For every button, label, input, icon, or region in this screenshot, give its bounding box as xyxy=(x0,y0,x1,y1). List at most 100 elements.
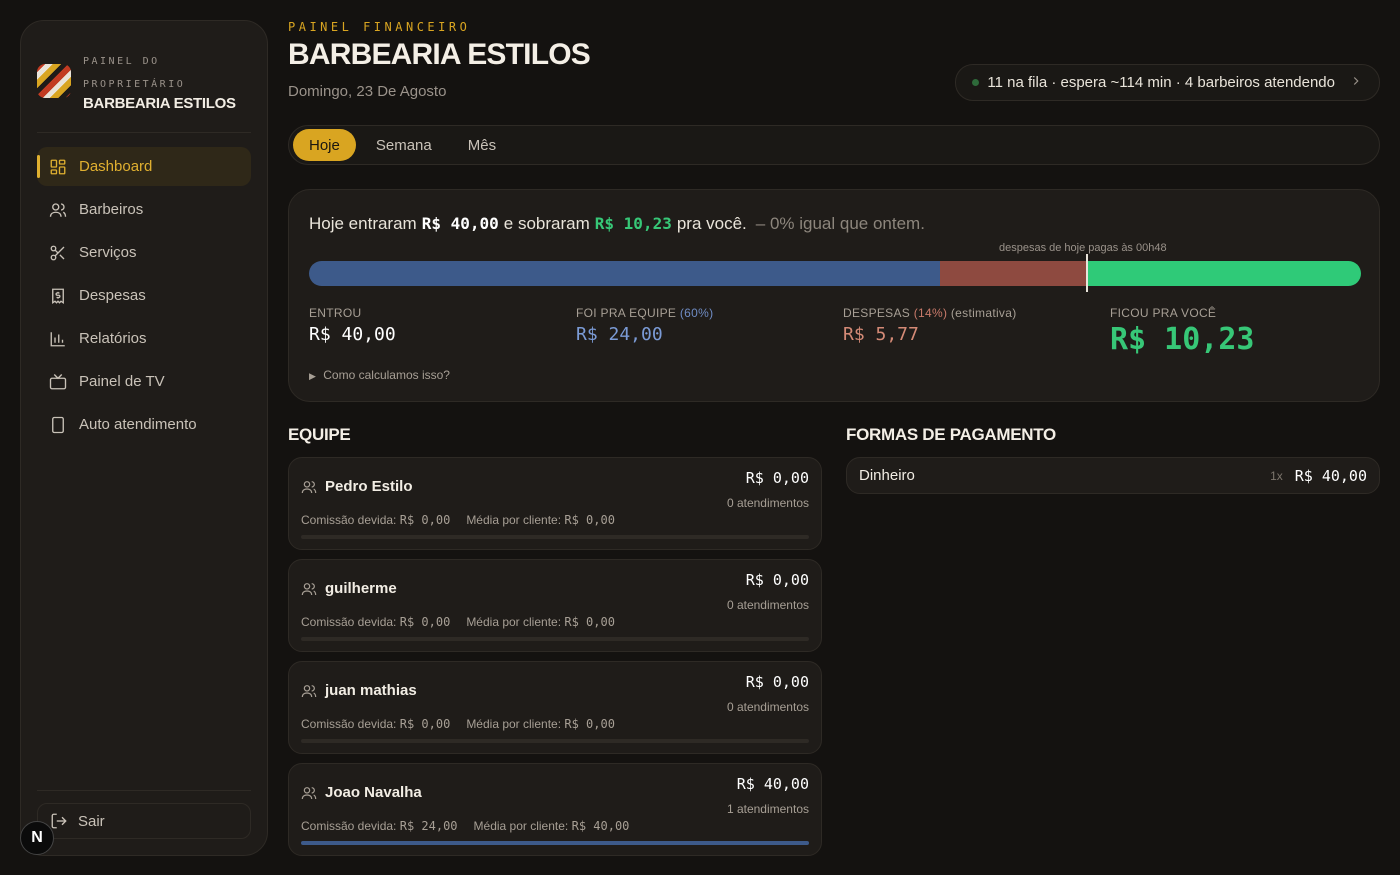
expenses-marker xyxy=(1086,254,1089,292)
page-date: Domingo, 23 De Agosto xyxy=(288,83,447,100)
user-icon xyxy=(301,785,317,801)
brand: PAINEL DO PROPRIETÁRIO BARBEARIA ESTILOS xyxy=(37,37,251,133)
stat-ficou: FICOU PRA VOCÊ R$ 10,23 xyxy=(1110,306,1255,357)
commission-label: Comissão devida: xyxy=(301,513,397,527)
commission-value: R$ 0,00 xyxy=(399,717,451,731)
average-label: Média por cliente: xyxy=(466,717,562,731)
stat-label: ENTROU xyxy=(309,306,362,320)
queue-status-text: 11 na fila · espera ~114 min · 4 barbeir… xyxy=(987,74,1335,91)
barber-average: Média por cliente: R$ 0,00 xyxy=(466,615,615,629)
barber-appointments: 0 atendimentos xyxy=(726,496,809,510)
logout-label: Sair xyxy=(78,812,105,830)
scissors-icon xyxy=(49,244,67,262)
barber-name: guilherme xyxy=(301,580,397,597)
barber-share-bar xyxy=(301,739,809,743)
tab-hoje[interactable]: Hoje xyxy=(293,129,356,161)
user-icon xyxy=(301,479,317,495)
period-tabs: Hoje Semana Mês xyxy=(288,125,1380,165)
barber-appointments: 1 atendimentos xyxy=(726,802,809,816)
stat-label-text: DESPESAS xyxy=(843,306,911,320)
barber-card[interactable]: juan mathias R$ 0,00 0 atendimentos Comi… xyxy=(288,661,822,754)
payment-method-name: Dinheiro xyxy=(859,467,915,484)
tab-semana[interactable]: Semana xyxy=(360,129,448,161)
average-label: Média por cliente: xyxy=(473,819,569,833)
barber-name-text: juan mathias xyxy=(325,682,417,699)
barber-share-bar xyxy=(301,637,809,641)
barber-total: R$ 0,00 xyxy=(745,469,809,487)
barber-name-text: Joao Navalha xyxy=(325,784,422,801)
average-label: Média por cliente: xyxy=(466,615,562,629)
stat-label-text: FOI PRA EQUIPE xyxy=(576,306,677,320)
barber-card[interactable]: guilherme R$ 0,00 0 atendimentos Comissã… xyxy=(288,559,822,652)
barber-card[interactable]: Joao Navalha R$ 40,00 1 atendimentos Com… xyxy=(288,763,822,856)
stat-label: DESPESAS (14%) (estimativa) xyxy=(843,306,1017,320)
average-value: R$ 0,00 xyxy=(564,615,615,629)
sidebar-item-label: Relatórios xyxy=(79,330,147,347)
headline-income: R$ 40,00 xyxy=(421,214,499,233)
barber-total: R$ 40,00 xyxy=(736,775,809,793)
payment-method-row[interactable]: Dinheiro 1x R$ 40,00 xyxy=(846,457,1380,494)
sidebar-item-label: Despesas xyxy=(79,287,146,304)
headline-profit: R$ 10,23 xyxy=(594,214,672,233)
commission-value: R$ 0,00 xyxy=(399,513,451,527)
sidebar-item-auto-atendimento[interactable]: Auto atendimento xyxy=(37,405,251,444)
barber-name: Pedro Estilo xyxy=(301,478,413,495)
barber-appointments: 0 atendimentos xyxy=(726,598,809,612)
page-eyebrow: PAINEL FINANCEIRO xyxy=(288,20,471,34)
stat-despesas: DESPESAS (14%) (estimativa) R$ 5,77 xyxy=(843,306,1017,345)
commission-value: R$ 0,00 xyxy=(399,615,451,629)
stat-entrou: ENTROU R$ 40,00 xyxy=(309,306,396,345)
sidebar-item-label: Barbeiros xyxy=(79,201,144,218)
stat-value: R$ 5,77 xyxy=(843,324,919,345)
team-share-segment xyxy=(309,261,941,286)
logout-button[interactable]: Sair xyxy=(37,803,251,839)
barber-share-fill xyxy=(301,841,809,845)
commission-label: Comissão devida: xyxy=(301,717,397,731)
summary-headline: Hoje entraram R$ 40,00 e sobraram R$ 10,… xyxy=(309,214,925,234)
barber-name: juan mathias xyxy=(301,682,417,699)
queue-status-pill[interactable]: 11 na fila · espera ~114 min · 4 barbeir… xyxy=(955,64,1380,101)
barber-meta: Comissão devida: R$ 0,00 Média por clien… xyxy=(301,717,615,731)
commission-label: Comissão devida: xyxy=(301,615,397,629)
tablet-icon xyxy=(49,416,67,434)
stat-value: R$ 24,00 xyxy=(576,324,663,345)
stat-label-pct: (60%) xyxy=(679,306,714,320)
stat-label: FOI PRA EQUIPE (60%) xyxy=(576,306,713,320)
team-section-title: EQUIPE xyxy=(288,425,351,444)
sidebar-item-servicos[interactable]: Serviços xyxy=(37,233,251,272)
sidebar-item-barbeiros[interactable]: Barbeiros xyxy=(37,190,251,229)
sidebar-item-painel-tv[interactable]: Painel de TV xyxy=(37,362,251,401)
stat-equipe: FOI PRA EQUIPE (60%) R$ 24,00 xyxy=(576,306,713,345)
revenue-split-bar xyxy=(309,261,1361,286)
headline-mid: e sobraram xyxy=(503,214,590,233)
expenses-share-segment xyxy=(940,261,1088,286)
sidebar-item-relatorios[interactable]: Relatórios xyxy=(37,319,251,358)
barbershop-logo xyxy=(37,63,71,98)
average-value: R$ 40,00 xyxy=(571,819,630,833)
how-we-calculate-toggle[interactable]: ▶ Como calculamos isso? xyxy=(309,368,450,382)
page-title: BARBEARIA ESTILOS xyxy=(288,38,591,71)
brand-name: BARBEARIA ESTILOS xyxy=(83,94,236,112)
barber-commission: Comissão devida: R$ 0,00 xyxy=(301,717,450,731)
logout-icon xyxy=(50,812,68,830)
commission-value: R$ 24,00 xyxy=(399,819,458,833)
headline-suffix: pra você. xyxy=(676,214,747,233)
receipt-icon xyxy=(49,287,67,305)
sidebar-item-label: Serviços xyxy=(79,244,137,261)
how-we-calculate-label: Como calculamos isso? xyxy=(323,368,450,382)
barber-commission: Comissão devida: R$ 0,00 xyxy=(301,615,450,629)
brand-subtitle: PAINEL DO PROPRIETÁRIO xyxy=(83,55,186,90)
barber-meta: Comissão devida: R$ 0,00 Média por clien… xyxy=(301,615,615,629)
payment-method-total: R$ 40,00 xyxy=(1294,466,1367,485)
sidebar-item-label: Auto atendimento xyxy=(79,416,197,433)
sidebar-item-despesas[interactable]: Despesas xyxy=(37,276,251,315)
tab-mes[interactable]: Mês xyxy=(452,129,512,161)
barber-average: Média por cliente: R$ 0,00 xyxy=(466,717,615,731)
sidebar-item-dashboard[interactable]: Dashboard xyxy=(37,147,251,186)
barber-commission: Comissão devida: R$ 0,00 xyxy=(301,513,450,527)
next-dev-indicator[interactable]: N xyxy=(20,821,54,855)
barber-card[interactable]: Pedro Estilo R$ 0,00 0 atendimentos Comi… xyxy=(288,457,822,550)
barber-total: R$ 0,00 xyxy=(745,673,809,691)
barber-meta: Comissão devida: R$ 0,00 Média por clien… xyxy=(301,513,615,527)
dashboard-icon xyxy=(49,158,67,176)
